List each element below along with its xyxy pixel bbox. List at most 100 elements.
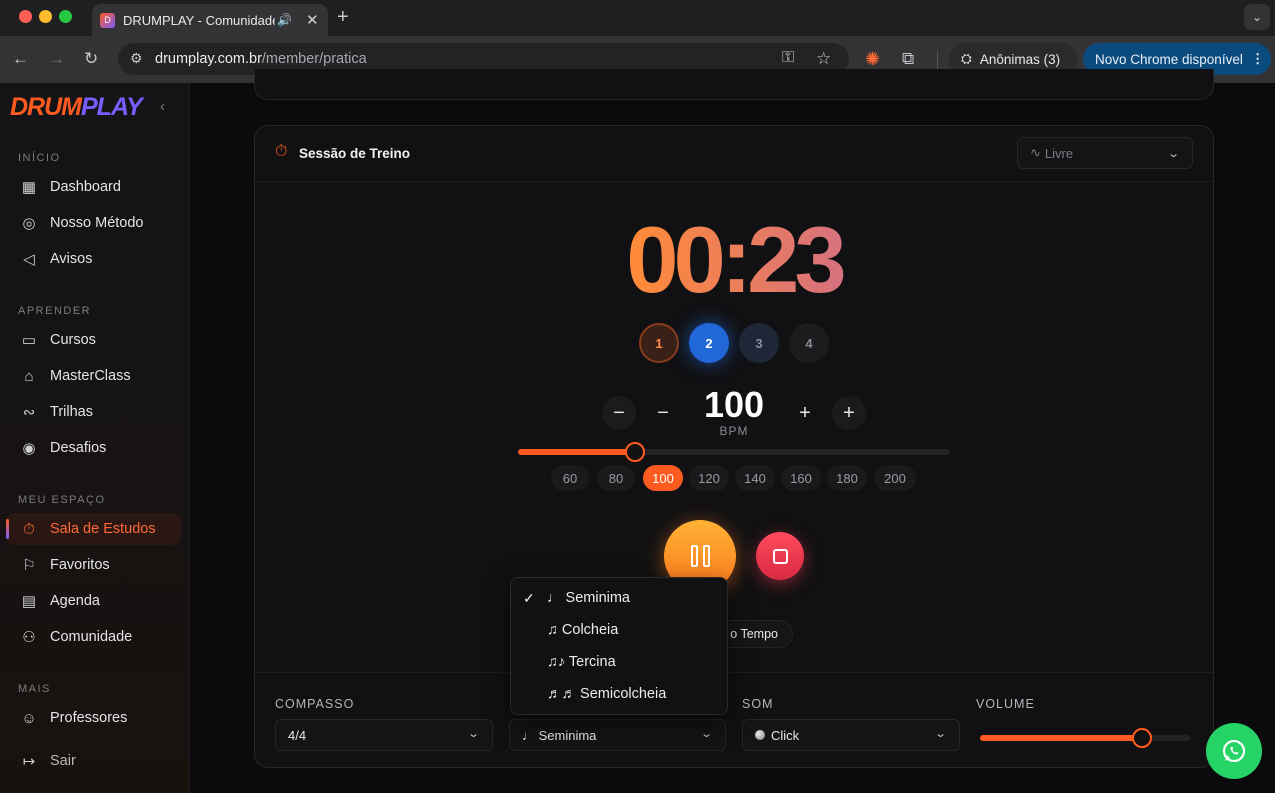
compasso-label: COMPASSO — [275, 697, 355, 711]
forward-icon[interactable]: → — [48, 50, 65, 67]
sidebar-item-favoritos[interactable]: ⚐ Favoritos — [6, 549, 181, 581]
sidebar-item-sala-de-estudos[interactable]: ⏱ Sala de Estudos — [6, 513, 181, 545]
som-label: SOM — [742, 697, 774, 711]
sidebar-item-desafios[interactable]: ◉ Desafios — [6, 432, 181, 464]
compasso-select[interactable]: 4/4 ⌄ — [275, 719, 493, 751]
sidebar-item-trilhas[interactable]: ∾ Trilhas — [6, 396, 181, 428]
back-icon[interactable]: ← — [12, 50, 29, 67]
compasso-value: 4/4 — [288, 727, 307, 743]
close-tab-icon[interactable]: ✕ — [306, 11, 319, 29]
close-window-button[interactable] — [19, 10, 32, 23]
chevron-down-icon: ⌄ — [699, 728, 713, 740]
bpm-preset-60[interactable]: 60 — [551, 465, 589, 491]
bpm-preset-160[interactable]: 160 — [781, 465, 821, 491]
bpm-value: 100 — [703, 384, 765, 425]
sidebar-item-agenda[interactable]: ▤ Agenda — [6, 585, 181, 617]
mode-value: Livre — [1044, 145, 1074, 161]
incognito-label: Anônimas (3) — [979, 51, 1061, 67]
sidebar-item-comunidade[interactable]: ⚇ Comunidade — [6, 621, 181, 653]
sidebar-item-masterclass[interactable]: ⌂ MasterClass — [6, 360, 181, 392]
section-meu-espaco: MEU ESPAÇO — [18, 494, 106, 506]
volume-slider[interactable] — [980, 728, 1190, 748]
browser-tab-strip: D DRUMPLAY - Comunidade 🔊 ✕ + ⌄ — [0, 0, 1275, 36]
previous-card-bottom — [254, 69, 1214, 100]
sidebar-item-sair[interactable]: ↦ Sair — [6, 745, 181, 777]
mode-select[interactable]: ∿ Livre ⌄ — [1017, 137, 1193, 169]
som-value: Click — [771, 727, 800, 743]
beat-indicator-4: 4 — [789, 323, 829, 363]
maximize-window-button[interactable] — [59, 10, 72, 23]
dropdown-option-seminima[interactable]: ♩ Seminima — [511, 582, 727, 614]
bpm-preset-120[interactable]: 120 — [689, 465, 729, 491]
megaphone-icon: ◁ — [23, 251, 35, 268]
bpm-preset-100[interactable]: 100 — [643, 465, 683, 491]
bpm-slider[interactable] — [518, 442, 950, 462]
sidebar-item-metodo[interactable]: ◎ Nosso Método — [6, 207, 181, 239]
sidebar-item-avisos[interactable]: ◁ Avisos — [6, 243, 181, 275]
sidebar-item-label: Agenda — [50, 593, 100, 609]
option-label: ♫ Colcheia — [547, 622, 619, 638]
dropdown-option-semicolcheia[interactable]: ♬♬ Semicolcheia — [511, 678, 727, 710]
card-header: ⏱ Sessão de Treino ∿ Livre ⌄ — [255, 126, 1213, 182]
minimize-window-button[interactable] — [39, 10, 52, 23]
stopwatch-icon: ⏱ — [275, 143, 288, 160]
collapse-sidebar-icon[interactable]: ‹ — [160, 98, 165, 115]
whatsapp-icon — [1222, 739, 1246, 763]
tempo-button-label: o Tempo — [730, 627, 778, 641]
incognito-icon: ⛭ — [961, 51, 972, 66]
figura-value: ♩ Seminima — [522, 727, 597, 743]
som-select[interactable]: Click ⌄ — [742, 719, 960, 751]
logout-icon: ↦ — [22, 753, 36, 770]
note-figure-dropdown: ✓ ♩ Seminima ♫ Colcheia ♫♪ Tercina ♬♬ Se… — [510, 577, 728, 715]
url-domain: drumplay.com.br — [155, 51, 262, 67]
browser-tab[interactable]: D DRUMPLAY - Comunidade 🔊 ✕ — [92, 4, 328, 36]
sidebar-item-label: MasterClass — [50, 368, 131, 384]
bpm-slider-thumb[interactable] — [624, 442, 645, 462]
bpm-preset-180[interactable]: 180 — [827, 465, 867, 491]
dropdown-option-tercina[interactable]: ♫♪ Tercina — [511, 646, 727, 678]
beat-indicator-1: 1 — [639, 323, 679, 363]
bpm-increase-10-button[interactable]: + — [832, 396, 866, 430]
bpm-preset-200[interactable]: 200 — [874, 465, 916, 491]
whatsapp-button[interactable] — [1206, 723, 1262, 779]
volume-slider-fill — [980, 735, 1142, 741]
dropdown-option-colcheia[interactable]: ♫ Colcheia — [511, 614, 727, 646]
volume-slider-thumb[interactable] — [1131, 728, 1152, 748]
favicon-icon: D — [100, 12, 115, 28]
bpm-decrease-button[interactable]: − — [646, 396, 680, 430]
speaker-icon[interactable]: 🔊 — [277, 13, 292, 27]
sidebar-item-dashboard[interactable]: ▦ Dashboard — [6, 171, 181, 203]
sidebar-item-label: Favoritos — [50, 557, 110, 573]
graduation-cap-icon: ⌂ — [24, 367, 34, 385]
volume-label: VOLUME — [976, 697, 1035, 711]
drumplay-logo[interactable]: DRUMPLAY — [10, 93, 143, 122]
reload-icon[interactable]: ↻ — [84, 50, 98, 67]
beat-indicator-2: 2 — [689, 323, 729, 363]
menu-icon[interactable]: ⋮ — [1251, 51, 1265, 67]
toolbar-divider — [937, 51, 938, 69]
star-icon[interactable]: ☆ — [816, 50, 831, 67]
timer-icon: ⏱ — [23, 520, 35, 538]
session-title: Sessão de Treino — [299, 146, 411, 161]
sidebar-item-cursos[interactable]: ▭ Cursos — [6, 324, 181, 356]
new-tab-icon[interactable]: + — [337, 7, 349, 27]
site-settings-icon[interactable]: ⚙ — [130, 51, 143, 65]
bpm-decrease-10-button[interactable]: − — [602, 396, 636, 430]
chevron-down-icon: ⌄ — [1166, 148, 1180, 160]
extension-icon[interactable]: ✺ — [865, 50, 880, 68]
tab-search-icon[interactable]: ⌄ — [1244, 4, 1270, 30]
puzzle-icon[interactable]: ⧉ — [902, 50, 914, 67]
figura-select[interactable]: ♩ Seminima ⌄ — [509, 719, 726, 751]
bpm-preset-140[interactable]: 140 — [735, 465, 775, 491]
training-session-card: ⏱ Sessão de Treino ∿ Livre ⌄ 00:23 1 2 3… — [254, 125, 1214, 768]
stop-button[interactable] — [756, 532, 804, 580]
bpm-increase-button[interactable]: + — [788, 396, 822, 430]
bpm-preset-80[interactable]: 80 — [597, 465, 635, 491]
section-mais: MAIS — [18, 683, 51, 695]
chevron-down-icon: ⌄ — [466, 728, 480, 740]
target-icon: ◉ — [22, 440, 36, 457]
section-aprender: APRENDER — [18, 305, 92, 317]
key-icon[interactable]: ⚿ — [782, 50, 794, 66]
sidebar-item-label: Dashboard — [50, 179, 121, 195]
sidebar-item-professores[interactable]: ☺ Professores — [6, 702, 181, 734]
